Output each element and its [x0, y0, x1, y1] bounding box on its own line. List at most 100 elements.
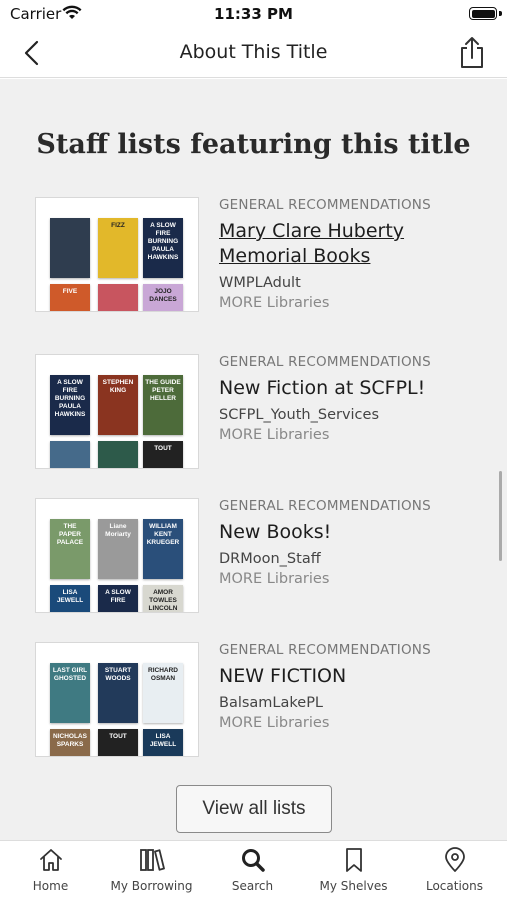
list-owner: WMPLAdult — [219, 275, 301, 291]
list-category: GENERAL RECOMMENDATIONS — [219, 197, 431, 213]
section-title: Staff lists featuring this title — [36, 129, 471, 160]
share-icon[interactable] — [457, 36, 487, 70]
book-cover: JOJO DANCES — [143, 284, 183, 311]
list-library-system: MORE Libraries — [219, 571, 330, 587]
book-cover-text: FIZZ — [111, 222, 125, 229]
book-cover-text: A SLOW FIRE BURNING PAULA HAWKINS — [147, 222, 179, 261]
home-icon — [40, 849, 62, 871]
list-category: GENERAL RECOMMENDATIONS — [219, 642, 431, 658]
book-cover-text: NICHOLAS SPARKS — [53, 733, 87, 748]
tab-my-borrowing[interactable]: My Borrowing — [101, 841, 202, 900]
list-cover-collage[interactable]: A SLOW FIRE BURNING PAULA HAWKINS STEPHEN… — [35, 354, 199, 469]
list-category: GENERAL RECOMMENDATIONS — [219, 498, 431, 514]
book-cover: A SLOW FIRE — [98, 585, 138, 612]
list-library-system: MORE Libraries — [219, 715, 330, 731]
list-owner: DRMoon_Staff — [219, 551, 321, 567]
book-cover-text: LISA JEWELL — [56, 589, 84, 604]
list-title-link[interactable]: NEW FICTION — [219, 664, 479, 689]
list-title-link[interactable]: Mary Clare Huberty Memorial Books — [219, 219, 419, 269]
book-cover-text: LISA JEWELL — [149, 733, 177, 748]
book-cover: TOUT — [143, 441, 183, 468]
chevron-left-icon[interactable] — [18, 38, 48, 68]
books-icon — [140, 849, 165, 871]
book-cover — [50, 441, 90, 468]
book-cover: NICHOLAS SPARKS — [50, 729, 90, 756]
clock: 11:33 PM — [214, 5, 293, 23]
battery-icon — [469, 7, 497, 20]
tab-label: Search — [231, 879, 274, 893]
book-cover-text: WILLIAM KENT KRUEGER — [146, 523, 180, 546]
list-cover-collage[interactable]: LAST GIRL GHOSTED STUART WOODS RICHARD OSM… — [35, 642, 199, 757]
battery-cap — [499, 11, 502, 16]
book-cover: THE PAPER PALACE — [50, 519, 90, 579]
book-cover-text: A SLOW FIRE — [105, 589, 131, 604]
staff-list-card[interactable]: FIZZ A SLOW FIRE BURNING PAULA HAWKINS FIV… — [35, 197, 475, 317]
book-cover-text: Liane Moriarty — [105, 523, 131, 538]
book-cover: A SLOW FIRE BURNING PAULA HAWKINS — [50, 375, 90, 435]
book-cover: THE GUIDE PETER HELLER — [143, 375, 183, 435]
book-cover: LAST GIRL GHOSTED — [50, 663, 90, 723]
list-owner: SCFPL_Youth_Services — [219, 407, 380, 423]
book-cover — [98, 441, 138, 468]
list-library-system: MORE Libraries — [219, 427, 330, 443]
content-area: Staff lists featuring this title FIZZ A S… — [0, 79, 507, 840]
book-cover: WILLIAM KENT KRUEGER — [143, 519, 183, 579]
staff-list-card[interactable]: A SLOW FIRE BURNING PAULA HAWKINS STEPHEN… — [35, 354, 475, 474]
book-cover-text: JOJO DANCES — [149, 288, 177, 303]
tab-locations[interactable]: Locations — [404, 841, 505, 900]
book-cover-text: AMOR TOWLES LINCOLN — [148, 589, 178, 612]
book-cover: RICHARD OSMAN — [143, 663, 183, 723]
view-all-lists-button[interactable]: View all lists — [176, 785, 332, 833]
book-cover: LISA JEWELL — [143, 729, 183, 756]
tab-my-shelves[interactable]: My Shelves — [303, 841, 404, 900]
tab-home[interactable]: Home — [0, 841, 101, 900]
tab-label: Locations — [425, 879, 483, 893]
search-icon — [242, 849, 265, 872]
staff-list-card[interactable]: THE PAPER PALACE Liane Moriarty WILLIAM KE… — [35, 498, 475, 618]
book-cover-text: STUART WOODS — [104, 667, 132, 682]
book-cover-text: THE PAPER PALACE — [56, 523, 84, 546]
list-info: GENERAL RECOMMENDATIONS New Fiction at SC… — [219, 354, 479, 443]
book-cover: FIZZ — [98, 218, 138, 278]
book-cover: STUART WOODS — [98, 663, 138, 723]
book-cover: Liane Moriarty — [98, 519, 138, 579]
book-cover — [98, 284, 138, 311]
book-cover: A SLOW FIRE BURNING PAULA HAWKINS — [143, 218, 183, 278]
book-cover-text: TOUT — [109, 733, 127, 740]
book-cover: LISA JEWELL — [50, 585, 90, 612]
staff-list-card[interactable]: LAST GIRL GHOSTED STUART WOODS RICHARD OSM… — [35, 642, 475, 762]
tab-label: My Borrowing — [110, 879, 193, 893]
list-title-link[interactable]: New Books! — [219, 520, 479, 545]
list-title-link[interactable]: New Fiction at SCFPL! — [219, 376, 479, 401]
scroll-indicator[interactable] — [499, 471, 502, 561]
navigation-bar: About This Title — [0, 28, 507, 78]
book-cover-text: FIVE — [62, 288, 78, 295]
book-cover-text: RICHARD OSMAN — [148, 667, 178, 682]
tab-bar: Home My Borrowing Search My Shelves Loca… — [0, 840, 507, 900]
book-cover-text: TOUT — [154, 445, 172, 452]
book-cover-text: STEPHEN KING — [102, 379, 134, 394]
tab-label: My Shelves — [319, 879, 388, 893]
book-cover-text: LAST GIRL GHOSTED — [52, 667, 88, 682]
list-info: GENERAL RECOMMENDATIONS Mary Clare Hubert… — [219, 197, 479, 311]
list-category: GENERAL RECOMMENDATIONS — [219, 354, 431, 370]
list-cover-collage[interactable]: THE PAPER PALACE Liane Moriarty WILLIAM KE… — [35, 498, 199, 613]
tab-search[interactable]: Search — [202, 841, 303, 900]
book-cover: TOUT — [98, 729, 138, 756]
book-cover-text: A SLOW FIRE BURNING PAULA HAWKINS — [54, 379, 86, 418]
book-cover: STEPHEN KING — [98, 375, 138, 435]
list-cover-collage[interactable]: FIZZ A SLOW FIRE BURNING PAULA HAWKINS FIV… — [35, 197, 199, 312]
book-cover-text: THE GUIDE PETER HELLER — [145, 379, 181, 402]
tab-label: Home — [32, 879, 69, 893]
book-cover: FIVE — [50, 284, 90, 311]
list-info: GENERAL RECOMMENDATIONS NEW FICTION Balsam… — [219, 642, 479, 731]
book-cover: AMOR TOWLES LINCOLN — [143, 585, 183, 612]
list-library-system: MORE Libraries — [219, 295, 330, 311]
status-bar: Carrier 11:33 PM — [0, 0, 507, 28]
location-pin-icon — [445, 847, 465, 872]
book-cover — [50, 218, 90, 278]
page-title: About This Title — [179, 41, 328, 63]
list-owner: BalsamLakePL — [219, 695, 324, 711]
bookmark-icon — [346, 848, 362, 872]
list-info: GENERAL RECOMMENDATIONS New Books! DRMoon_… — [219, 498, 479, 587]
